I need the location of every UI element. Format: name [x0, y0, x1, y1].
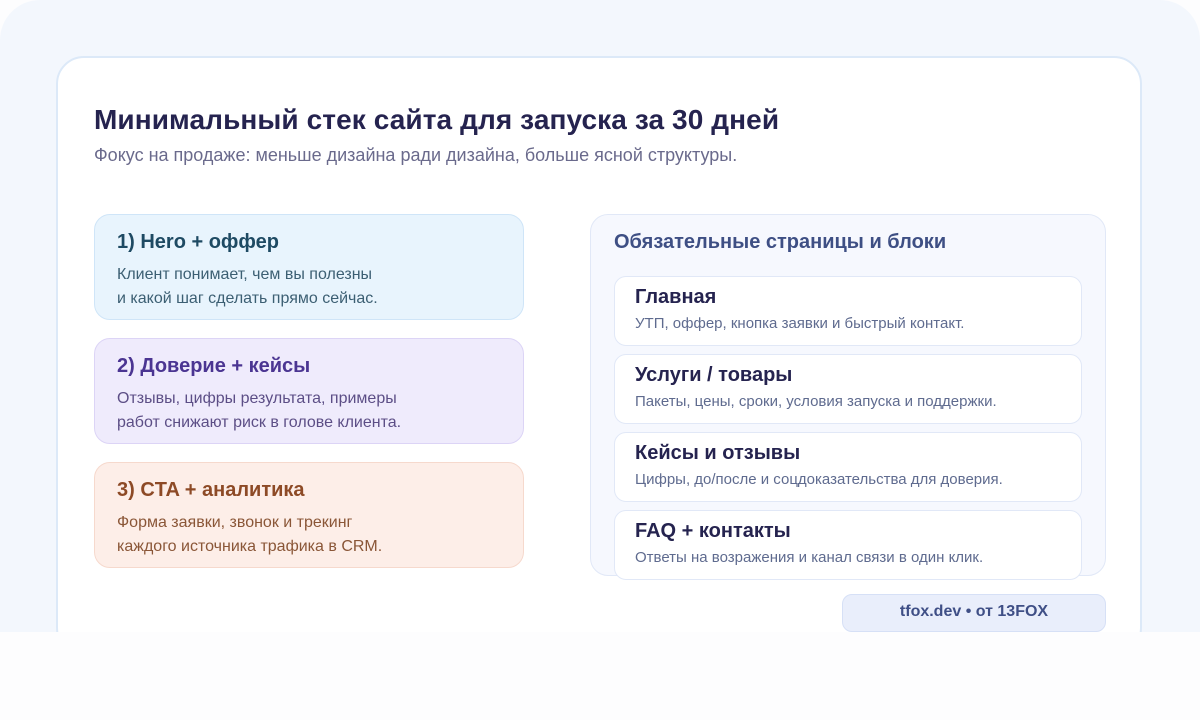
step-text: Форма заявки, звонок и трекинг каждого и… — [117, 514, 383, 555]
step-card-cta: 3) CTA + аналитика Форма заявки, звонок … — [94, 462, 524, 568]
page-subtitle: Фокус на продаже: меньше дизайна ради ди… — [94, 145, 738, 165]
page-item-title: Кейсы и отзывы — [635, 442, 801, 464]
page-item-title: FAQ + контакты — [635, 520, 791, 542]
step-text: Отзывы, цифры результата, примеры работ … — [117, 390, 402, 431]
brand-badge: tfox.dev • от 13FOX — [842, 594, 1106, 632]
page-item-desc: Ответы на возражения и канал связи в оди… — [635, 549, 984, 566]
step-title: 2) Доверие + кейсы — [117, 355, 311, 377]
page-item-services: Услуги / товары Пакеты, цены, сроки, усл… — [614, 354, 1082, 424]
page-item-title: Услуги / товары — [635, 364, 793, 386]
page-item-desc: Цифры, до/после и соцдоказательства для … — [635, 471, 1003, 488]
page-title: Минимальный стек сайта для запуска за 30… — [94, 104, 780, 135]
step-card-hero: 1) Hero + оффер Клиент понимает, чем вы … — [94, 214, 524, 320]
page-item-desc: Пакеты, цены, сроки, условия запуска и п… — [635, 393, 997, 410]
page-item-home: Главная УТП, оффер, кнопка заявки и быст… — [614, 276, 1082, 346]
step-card-trust: 2) Доверие + кейсы Отзывы, цифры результ… — [94, 338, 524, 444]
step-title: 3) CTA + аналитика — [117, 479, 305, 501]
page-item-cases: Кейсы и отзывы Цифры, до/после и соцдока… — [614, 432, 1082, 502]
page-canvas: Минимальный стек сайта для запуска за 30… — [0, 0, 1200, 720]
step-text: Клиент понимает, чем вы полезны и какой … — [117, 266, 378, 307]
step-title: 1) Hero + оффер — [117, 231, 279, 253]
page-item-title: Главная — [635, 286, 717, 308]
required-pages-title: Обязательные страницы и блоки — [614, 231, 947, 253]
page-item-faq: FAQ + контакты Ответы на возражения и ка… — [614, 510, 1082, 580]
bottom-area — [0, 632, 1200, 720]
page-item-desc: УТП, оффер, кнопка заявки и быстрый конт… — [635, 315, 965, 332]
